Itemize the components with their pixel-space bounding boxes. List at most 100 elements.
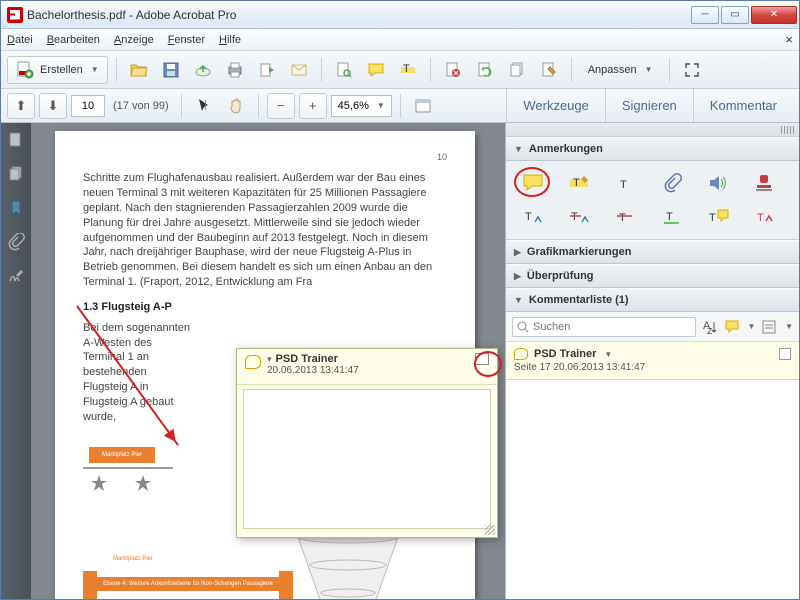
thumbnails-icon[interactable] <box>7 131 25 149</box>
menu-hilfe[interactable]: Hilfe <box>219 34 241 46</box>
dropdown-icon: ▼ <box>645 65 653 74</box>
comment-author: PSD Trainer <box>534 348 596 360</box>
body-text: Schritte zum Flughafenausbau realisiert.… <box>83 171 447 290</box>
search-text-button[interactable] <box>330 56 358 84</box>
zoom-out-button[interactable]: − <box>267 93 295 119</box>
pages-stack-icon <box>508 61 526 79</box>
popup-author: PSD Trainer <box>276 353 338 365</box>
popup-date: 20.06.2013 13:41:47 <box>267 365 359 376</box>
panel-grip[interactable] <box>506 123 799 137</box>
zoom-in-button[interactable]: + <box>299 93 327 119</box>
resize-handle[interactable] <box>485 525 495 535</box>
app-window: Bachelorthesis.pdf - Adobe Acrobat Pro ─… <box>0 0 800 600</box>
form-button[interactable] <box>535 56 563 84</box>
tool-text-correction[interactable]: T <box>749 205 779 229</box>
minimize-button[interactable]: ─ <box>691 6 719 24</box>
highlight-icon: T <box>568 173 590 193</box>
tool-attach[interactable] <box>657 171 687 195</box>
cursor-icon <box>195 97 213 115</box>
menu-fenster[interactable]: Fenster <box>168 34 205 46</box>
collapse-icon: ▼ <box>514 295 523 305</box>
page-number-input[interactable] <box>71 95 105 117</box>
pages-icon[interactable] <box>7 165 25 183</box>
annotation-tools: T T T T T T T T <box>506 161 799 240</box>
popup-textarea[interactable] <box>243 389 491 529</box>
main-toolbar: Erstellen ▼ T Anpassen ▼ <box>1 51 799 89</box>
section-anmerkungen[interactable]: ▼Anmerkungen <box>506 137 799 161</box>
popup-header[interactable]: ▾PSD Trainer 20.06.2013 13:41:47 <box>237 349 497 385</box>
tab-werkzeuge[interactable]: Werkzeuge <box>506 89 605 122</box>
search-icon <box>516 320 530 334</box>
bookmarks-icon[interactable] <box>7 199 25 217</box>
note-button[interactable] <box>362 56 390 84</box>
tool-insert-text[interactable]: T <box>518 205 548 229</box>
next-page-button[interactable]: ⬇ <box>39 93 67 119</box>
tool-sticky-note[interactable] <box>518 171 548 195</box>
combine-button[interactable] <box>503 56 531 84</box>
content-area: 10 Schritte zum Flughafenausbau realisie… <box>1 123 799 599</box>
tool-highlight[interactable]: T <box>564 171 594 195</box>
delete-page-button[interactable] <box>439 56 467 84</box>
underline-icon: T <box>661 207 683 227</box>
svg-text:T: T <box>403 63 410 75</box>
tool-strikethrough[interactable]: T <box>610 205 640 229</box>
folder-open-icon <box>130 61 148 79</box>
menu-datei[interactable]: Datei <box>7 34 33 46</box>
comment-item[interactable]: PSD Trainer ▼ Seite 17 20.06.2013 13:41:… <box>506 342 799 380</box>
diagram-2: Marktplatz Pier Marktplatz Atrium Ebene … <box>83 547 447 599</box>
tool-audio[interactable] <box>703 171 733 195</box>
open-button[interactable] <box>125 56 153 84</box>
svg-text:T: T <box>757 212 764 224</box>
view-mode-button[interactable] <box>409 92 437 120</box>
highlight-text-icon: T <box>399 61 417 79</box>
create-button[interactable]: Erstellen ▼ <box>7 56 108 84</box>
document-viewport[interactable]: 10 Schritte zum Flughafenausbau realisie… <box>31 123 505 599</box>
sticky-note-popup[interactable]: ▾PSD Trainer 20.06.2013 13:41:47 <box>236 348 498 538</box>
prev-page-button[interactable]: ⬆ <box>7 93 35 119</box>
svg-text:z: z <box>707 325 713 335</box>
svg-text:T: T <box>709 212 716 224</box>
options-icon[interactable] <box>761 319 777 335</box>
hand-tool[interactable] <box>222 92 250 120</box>
highlight-button[interactable]: T <box>394 56 422 84</box>
nav-toolbar: ⬆ ⬇ (17 von 99) − + 45,6%▼ Werkzeuge Sig… <box>1 89 799 123</box>
attachments-icon[interactable] <box>7 233 25 251</box>
fullscreen-button[interactable] <box>678 56 706 84</box>
comment-search-input[interactable] <box>512 317 696 337</box>
share-button[interactable] <box>253 56 281 84</box>
dropdown-icon[interactable]: ▼ <box>604 350 612 359</box>
menu-anzeige[interactable]: Anzeige <box>114 34 154 46</box>
page-rotate-icon <box>476 61 494 79</box>
filter-icon[interactable] <box>724 319 740 335</box>
menubar-close-icon[interactable]: × <box>785 32 793 47</box>
section-kommentarliste[interactable]: ▼Kommentarliste (1) <box>506 288 799 312</box>
dropdown-icon: ▼ <box>91 65 99 74</box>
signatures-icon[interactable] <box>7 267 25 285</box>
tool-text-note[interactable]: T <box>703 205 733 229</box>
hand-icon <box>227 97 245 115</box>
cloud-up-icon <box>194 61 212 79</box>
comment-checkbox[interactable] <box>779 348 791 360</box>
cloud-button[interactable] <box>189 56 217 84</box>
print-button[interactable] <box>221 56 249 84</box>
tool-replace-text[interactable]: T <box>564 205 594 229</box>
rotate-button[interactable] <box>471 56 499 84</box>
page-pencil-icon <box>540 61 558 79</box>
select-tool[interactable] <box>190 92 218 120</box>
tool-underline[interactable]: T <box>657 205 687 229</box>
customize-button[interactable]: Anpassen ▼ <box>580 56 661 84</box>
section-grafik[interactable]: ▶Grafikmarkierungen <box>506 240 799 264</box>
zoom-select[interactable]: 45,6%▼ <box>331 95 392 117</box>
save-button[interactable] <box>157 56 185 84</box>
tool-stamp[interactable] <box>749 171 779 195</box>
section-ueberpruefung[interactable]: ▶Überprüfung <box>506 264 799 288</box>
close-button[interactable]: ✕ <box>751 6 797 24</box>
menu-bearbeiten[interactable]: Bearbeiten <box>47 34 100 46</box>
tool-text[interactable]: T <box>610 171 640 195</box>
email-button[interactable] <box>285 56 313 84</box>
tab-signieren[interactable]: Signieren <box>605 89 693 122</box>
tab-kommentar[interactable]: Kommentar <box>693 89 793 122</box>
comment-panel: ▼Anmerkungen T T T T T T T T ▶Grafikmark… <box>505 123 799 599</box>
maximize-button[interactable]: ▭ <box>721 6 749 24</box>
sort-icon[interactable]: Az <box>702 319 718 335</box>
